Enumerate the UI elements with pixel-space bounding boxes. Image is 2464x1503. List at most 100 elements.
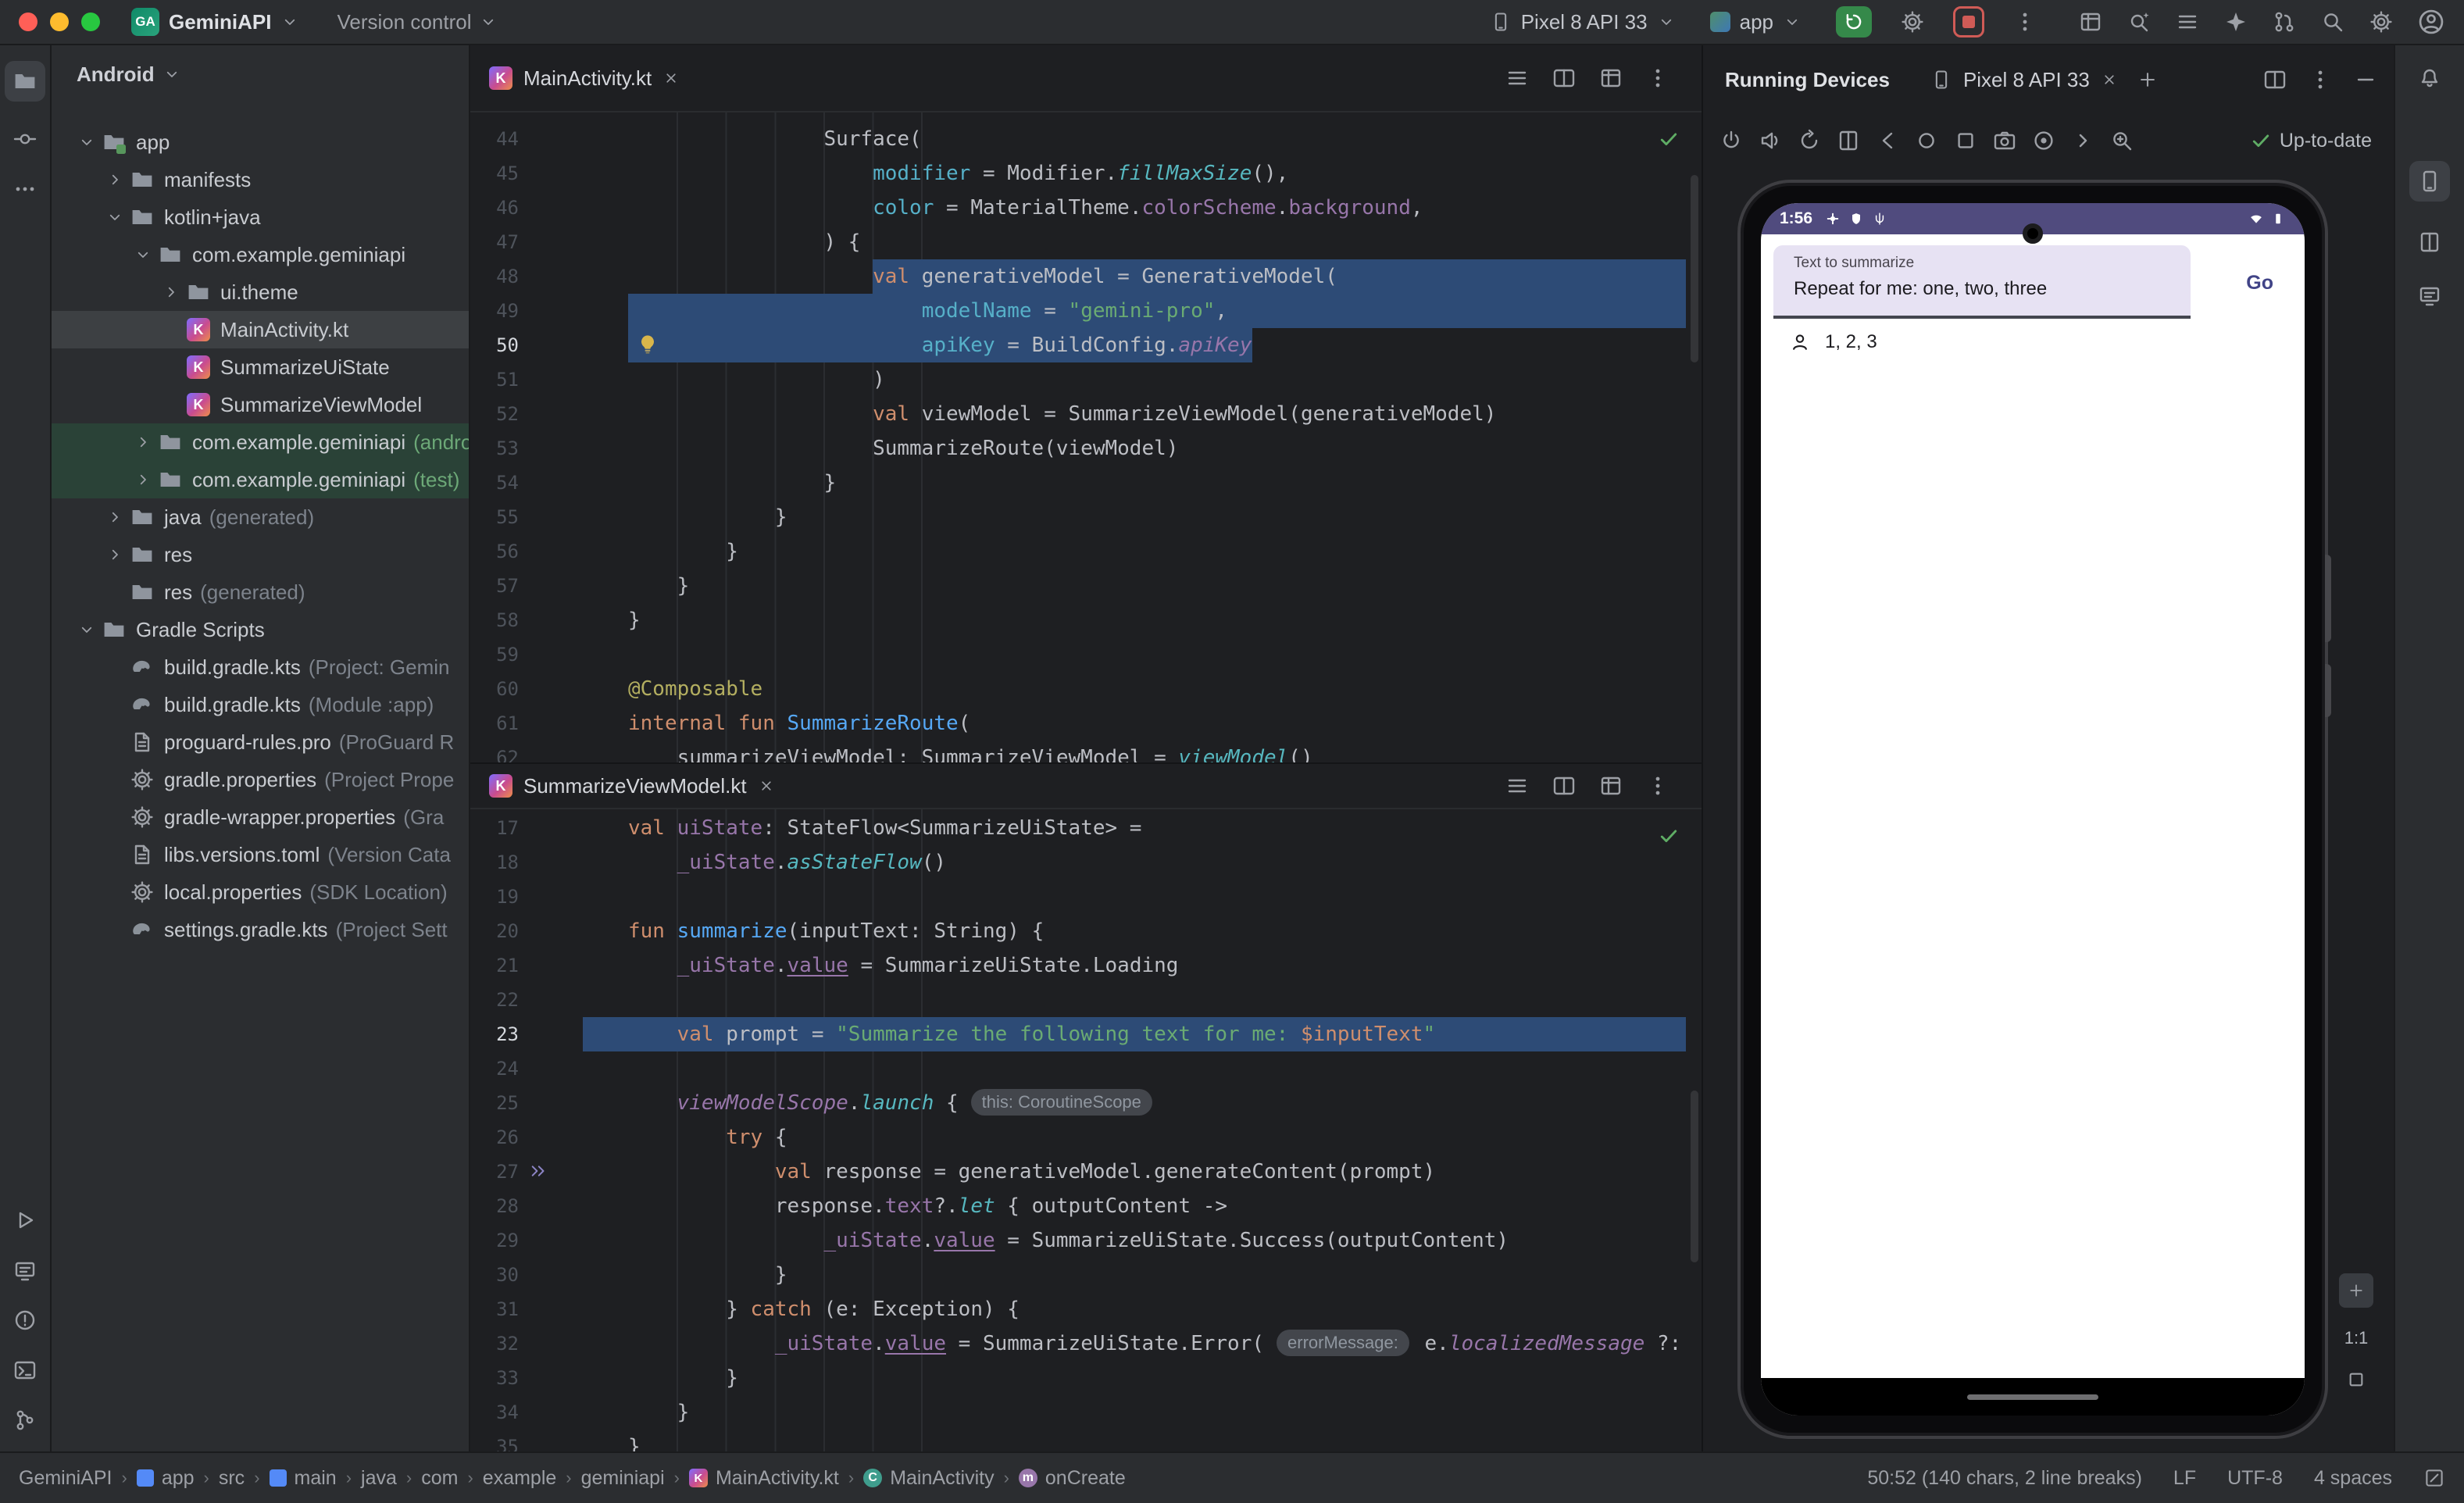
tree-item-app[interactable]: app — [52, 123, 469, 161]
tree-item-com-example-geminiapi[interactable]: com.example.geminiapi(androidTest) — [52, 423, 469, 461]
editor-tab[interactable]: K MainActivity.kt — [489, 66, 680, 91]
project-view-selector[interactable]: Android — [52, 45, 469, 103]
tree-item-build-gradle-kts[interactable]: build.gradle.kts(Project: Gemin — [52, 648, 469, 686]
split-editor-icon[interactable] — [1552, 773, 1577, 798]
code-line-24[interactable]: 24 — [470, 1051, 1702, 1086]
tree-item-ui-theme[interactable]: ui.theme — [52, 273, 469, 311]
breadcrumb-item-app[interactable]: app — [137, 1467, 195, 1490]
code-line-31[interactable]: 31 } catch (e: Exception) { — [470, 1292, 1702, 1326]
tree-item-summarizeviewmodel[interactable]: KSummarizeViewModel — [52, 386, 469, 423]
editor-scrollbar[interactable] — [1691, 1091, 1698, 1262]
search-icon[interactable] — [2320, 9, 2345, 34]
close-tab-icon[interactable] — [758, 777, 775, 794]
code-line-22[interactable]: 22 — [470, 983, 1702, 1017]
code-line-57[interactable]: 57 } — [470, 569, 1702, 603]
breadcrumb-item-mainactivity-kt[interactable]: KMainActivity.kt — [689, 1467, 839, 1490]
code-line-18[interactable]: 18 _uiState.asStateFlow() — [470, 845, 1702, 880]
intention-bulb-icon[interactable] — [636, 333, 659, 356]
logcat-icon[interactable] — [12, 1258, 37, 1283]
editor-list-icon[interactable] — [1505, 773, 1530, 798]
code-line-58[interactable]: 58} — [470, 603, 1702, 637]
editor-tab[interactable]: K SummarizeViewModel.kt — [489, 774, 775, 798]
tree-item-gradle-properties[interactable]: gradle.properties(Project Prope — [52, 761, 469, 798]
code-line-49[interactable]: 49 modelName = "gemini-pro", — [470, 294, 1702, 328]
summarize-input-field[interactable]: Text to summarize Repeat for me: one, tw… — [1773, 245, 2191, 319]
code-line-62[interactable]: 62 summarizeViewModel: SummarizeViewMode… — [470, 741, 1702, 762]
device-rotate-icon[interactable] — [1797, 128, 1822, 153]
tree-item-summarizeuistate[interactable]: KSummarizeUiState — [52, 348, 469, 386]
notifications-icon[interactable] — [2417, 64, 2442, 89]
tree-item-com-example-geminiapi[interactable]: com.example.geminiapi — [52, 236, 469, 273]
editor-options-icon[interactable] — [1645, 66, 1670, 91]
ai-search-icon[interactable] — [2127, 9, 2152, 34]
tree-item-build-gradle-kts[interactable]: build.gradle.kts(Module :app) — [52, 686, 469, 723]
pull-request-icon[interactable] — [2272, 9, 2297, 34]
more-run-actions-icon[interactable] — [2012, 9, 2037, 34]
code-line-33[interactable]: 33 } — [470, 1361, 1702, 1395]
code-line-59[interactable]: 59 — [470, 637, 1702, 672]
zoom-in-button[interactable] — [2339, 1273, 2373, 1308]
inspections-ok-icon[interactable] — [1658, 825, 1680, 847]
code-line-34[interactable]: 34 } — [470, 1395, 1702, 1430]
preview-layout-icon[interactable] — [1598, 773, 1623, 798]
device-volume-icon[interactable] — [1758, 128, 1783, 153]
panel-options-icon[interactable] — [2308, 67, 2333, 92]
device-mirror-icon[interactable] — [2078, 9, 2103, 34]
write-access-icon[interactable] — [2423, 1467, 2445, 1489]
run-icon[interactable] — [12, 1208, 37, 1233]
code-line-30[interactable]: 30 } — [470, 1258, 1702, 1292]
tree-item-settings-gradle-kts[interactable]: settings.gradle.kts(Project Sett — [52, 911, 469, 948]
terminal-icon[interactable] — [12, 1358, 37, 1383]
device-chevron-right-icon[interactable] — [2070, 128, 2095, 153]
line-ending-indicator[interactable]: LF — [2173, 1467, 2196, 1490]
tree-item-proguard-rules-pro[interactable]: proguard-rules.pro(ProGuard R — [52, 723, 469, 761]
device-explorer-icon[interactable] — [2417, 283, 2442, 308]
device-record-icon[interactable] — [2031, 128, 2056, 153]
fullscreen-window-button[interactable] — [81, 12, 100, 31]
breadcrumb-item-geminiapi[interactable]: GeminiAPI — [19, 1467, 112, 1490]
tree-item-res[interactable]: res — [52, 536, 469, 573]
commit-icon[interactable] — [12, 127, 37, 152]
code-line-61[interactable]: 61internal fun SummarizeRoute( — [470, 706, 1702, 741]
code-line-29[interactable]: 29 _uiState.value = SummarizeUiState.Suc… — [470, 1223, 1702, 1258]
tree-item-local-properties[interactable]: local.properties(SDK Location) — [52, 873, 469, 911]
code-line-46[interactable]: 46 color = MaterialTheme.colorScheme.bac… — [470, 191, 1702, 225]
device-fold-icon[interactable] — [1836, 128, 1861, 153]
tree-item-gradle-scripts[interactable]: Gradle Scripts — [52, 611, 469, 648]
add-device-tab-icon[interactable] — [2137, 69, 2159, 91]
breadcrumb-item-oncreate[interactable]: monCreate — [1019, 1467, 1126, 1490]
code-line-54[interactable]: 54 } — [470, 466, 1702, 500]
go-button[interactable]: Go — [2246, 272, 2273, 295]
code-line-55[interactable]: 55 } — [470, 500, 1702, 534]
more-icon[interactable] — [12, 177, 37, 202]
minimize-window-button[interactable] — [50, 12, 69, 31]
run-settings-gear-icon[interactable] — [1900, 9, 1925, 34]
project-widget[interactable]: GA GeminiAPI — [131, 8, 299, 36]
inspections-ok-icon[interactable] — [1658, 128, 1680, 150]
code-line-56[interactable]: 56 } — [470, 534, 1702, 569]
code-line-17[interactable]: 17val uiState: StateFlow<SummarizeUiStat… — [470, 811, 1702, 845]
rerun-app-button[interactable] — [1836, 6, 1872, 37]
profile-icon[interactable] — [2417, 8, 2445, 36]
device-screen[interactable]: 1:56 Text to summarize Repeat for me: on… — [1761, 203, 2305, 1416]
breadcrumb-item-mainactivity[interactable]: CMainActivity — [863, 1467, 994, 1490]
close-window-button[interactable] — [19, 12, 37, 31]
hide-panel-icon[interactable] — [2353, 67, 2378, 92]
code-line-50[interactable]: 50 apiKey = BuildConfig.apiKey — [470, 328, 1702, 362]
code-line-25[interactable]: 25 viewModelScope.launch {this: Coroutin… — [470, 1086, 1702, 1120]
breadcrumb-item-geminiapi[interactable]: geminiapi — [581, 1467, 665, 1490]
device-back-tri-icon[interactable] — [1875, 128, 1900, 153]
device-power-icon[interactable] — [1719, 128, 1744, 153]
tree-item-java[interactable]: java(generated) — [52, 498, 469, 536]
zoom-to-fit-icon[interactable] — [2345, 1369, 2367, 1391]
device-selector[interactable]: Pixel 8 API 33 — [1490, 10, 1676, 34]
caret-position[interactable]: 50:52 (140 chars, 2 line breaks) — [1867, 1467, 2142, 1490]
close-tab-icon[interactable] — [662, 70, 680, 87]
gesture-nav-bar[interactable] — [1761, 1378, 2305, 1416]
tree-item-libs-versions-toml[interactable]: libs.versions.toml(Version Cata — [52, 836, 469, 873]
device-recents-icon[interactable] — [1953, 128, 1978, 153]
preview-layout-icon[interactable] — [1598, 66, 1623, 91]
encoding-indicator[interactable]: UTF-8 — [2227, 1467, 2283, 1490]
problems-icon[interactable] — [12, 1308, 37, 1333]
device-tab[interactable]: Pixel 8 API 33 — [1930, 68, 2118, 92]
